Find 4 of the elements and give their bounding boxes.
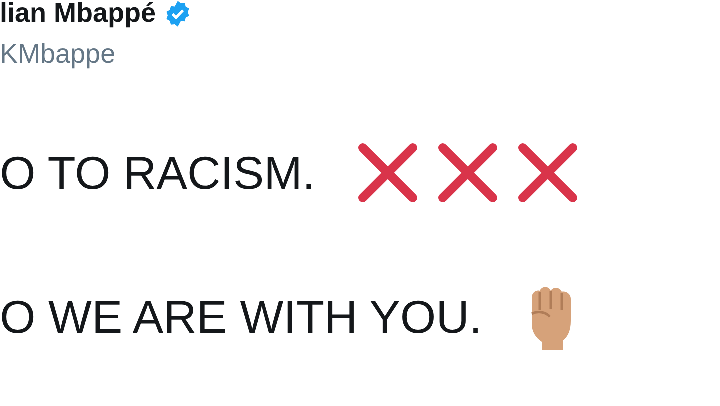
author-handle[interactable]: KMbappe — [0, 39, 720, 70]
author-name[interactable]: lian Mbappé — [0, 0, 156, 29]
tweet-text: O TO RACISM. — [0, 146, 316, 200]
tweet-text: O WE ARE WITH YOU. — [0, 290, 482, 344]
